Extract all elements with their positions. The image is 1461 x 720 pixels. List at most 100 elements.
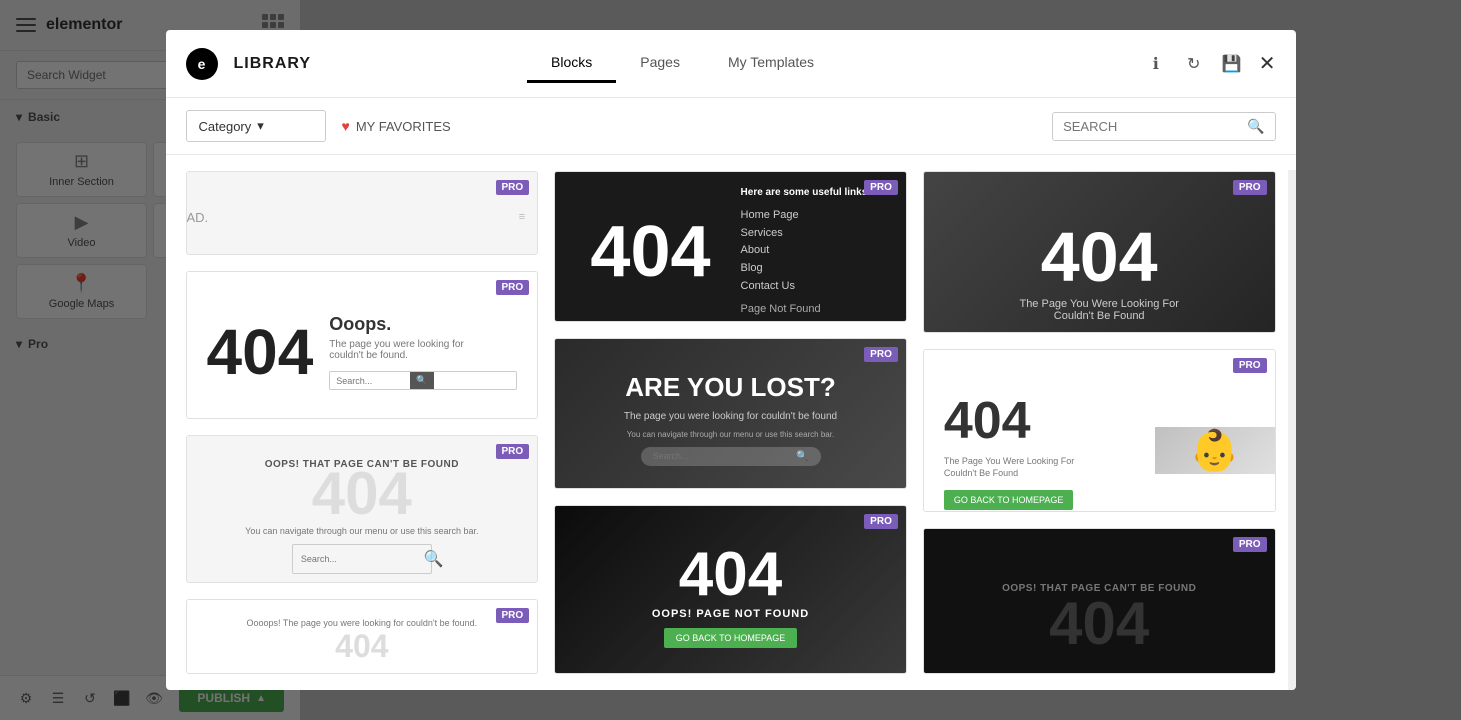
template-9-number: 404 (1049, 594, 1149, 654)
template-5-title: ARE YOU LOST? (625, 372, 835, 403)
template-search-container: 🔍 (1052, 112, 1275, 141)
template-preview-7: OOPS! THAT PAGE CAN'T BE FOUND 404 You c… (187, 436, 538, 583)
tab-blocks[interactable]: Blocks (527, 44, 616, 83)
template-5-search: 🔍 (641, 447, 821, 466)
template-preview-5: ARE YOU LOST? The page you were looking … (555, 339, 906, 489)
template-6-text: The Page You Were Looking ForCouldn't Be… (944, 455, 1135, 480)
modal-scrollbar[interactable] (1288, 170, 1296, 690)
favorites-label: MY FAVORITES (356, 119, 451, 134)
pro-badge-7: PRO (496, 444, 530, 459)
template-3-search: 🔍 (329, 371, 517, 390)
template-card-2[interactable]: PRO 404 Here are some useful links: Home… (554, 171, 907, 322)
template-7-nav: You can navigate through our menu or use… (245, 526, 478, 536)
tab-my-templates[interactable]: My Templates (704, 44, 838, 83)
template-3-subtitle: The page you were looking forcouldn't be… (329, 339, 517, 361)
pro-badge-3: PRO (496, 280, 530, 295)
ad-dots: ≡ (519, 211, 525, 223)
modal-logo: e (186, 48, 218, 80)
refresh-icon[interactable]: ↻ (1183, 53, 1205, 75)
modal-logo-letter: e (198, 56, 206, 72)
template-card-5[interactable]: PRO ARE YOU LOST? The page you were look… (554, 338, 907, 489)
template-column-2: PRO 404 Here are some useful links: Home… (554, 171, 907, 674)
category-select[interactable]: Category ▾ (186, 110, 326, 142)
template-card-3[interactable]: PRO 404 Ooops. The page you were looking… (186, 271, 539, 419)
template-6-btn: GO BACK TO HOMEPAGE (944, 490, 1074, 510)
template-3-search-input (330, 373, 410, 389)
save-icon[interactable]: 💾 (1221, 53, 1243, 75)
modal-header-actions: ℹ ↻ 💾 ✕ (1145, 53, 1276, 75)
template-2-number: 404 (590, 216, 710, 288)
template-card-7[interactable]: PRO OOPS! THAT PAGE CAN'T BE FOUND 404 Y… (186, 435, 539, 583)
template-8-content: 404 OOPS! PAGE NOT FOUND GO BACK TO HOME… (652, 544, 809, 648)
baby-image-placeholder: 👶 (1155, 427, 1275, 474)
template-10-text: Oooops! The page you were looking for co… (246, 618, 477, 628)
template-preview-8: 404 OOPS! PAGE NOT FOUND GO BACK TO HOME… (555, 506, 906, 674)
tab-pages[interactable]: Pages (616, 44, 704, 83)
template-2-info: Here are some useful links: Home Page Se… (741, 185, 871, 319)
template-2-links-title: Here are some useful links: (741, 185, 871, 201)
template-7-search-icon: 🔍 (424, 549, 444, 569)
template-2-link-5: Contact Us (741, 278, 871, 296)
template-6-left: 404 The Page You Were Looking ForCouldn'… (924, 371, 1155, 512)
chevron-down-icon-cat: ▾ (257, 118, 264, 134)
template-2-subtitle: Page Not Found (741, 301, 871, 319)
template-card-8[interactable]: PRO 404 OOPS! PAGE NOT FOUND GO BACK TO … (554, 505, 907, 674)
modal-overlay: e LIBRARY Blocks Pages My Templates ℹ ↻ … (0, 0, 1461, 720)
template-8-number: 404 (652, 544, 809, 606)
modal-tabs: Blocks Pages My Templates (527, 44, 838, 83)
template-preview-4: 404 The Page You Were Looking ForCouldn'… (924, 172, 1275, 333)
close-button[interactable]: ✕ (1259, 54, 1276, 74)
pro-badge-5: PRO (864, 347, 898, 362)
template-5-subtitle: The page you were looking for couldn't b… (624, 411, 837, 422)
template-preview-9: OOPS! THAT PAGE CAN'T BE FOUND 404 (924, 529, 1275, 674)
pro-badge-6: PRO (1233, 358, 1267, 373)
template-7-search: 🔍 (292, 544, 432, 574)
template-6-number: 404 (944, 391, 1135, 451)
template-3-text: Ooops. The page you were looking forcoul… (329, 314, 517, 390)
template-3-number: 404 (207, 320, 314, 384)
template-4-subtitle: The Page You Were Looking ForCouldn't Be… (1019, 298, 1178, 322)
template-5-nav-text: You can navigate through our menu or use… (627, 430, 834, 439)
pro-badge-9: PRO (1233, 537, 1267, 552)
pro-badge-4: PRO (1233, 180, 1267, 195)
template-3-search-btn: 🔍 (410, 372, 433, 389)
template-6-right: 👶 (1155, 427, 1275, 474)
modal-header: e LIBRARY Blocks Pages My Templates ℹ ↻ … (166, 30, 1296, 98)
ad-text: AD. (187, 210, 209, 225)
category-label: Category (199, 119, 252, 134)
template-card-9[interactable]: PRO OOPS! THAT PAGE CAN'T BE FOUND 404 (923, 528, 1276, 674)
info-icon[interactable]: ℹ (1145, 53, 1167, 75)
template-column-1: PRO AD. ≡ PRO 404 Ooops. The page you we… (186, 171, 539, 674)
pro-badge-1: PRO (496, 180, 530, 195)
template-card-6[interactable]: PRO 404 The Page You Were Looking ForCou… (923, 349, 1276, 511)
template-2-link-4: Blog (741, 260, 871, 278)
tab-blocks-label: Blocks (551, 54, 592, 70)
template-5-search-input (653, 451, 791, 461)
template-column-3: PRO 404 The Page You Were Looking ForCou… (923, 171, 1276, 674)
favorites-button[interactable]: ♥ MY FAVORITES (342, 118, 451, 134)
template-8-btn: GO BACK TO HOMEPAGE (664, 628, 798, 648)
template-8-subtitle: OOPS! PAGE NOT FOUND (652, 608, 809, 620)
template-preview-2: 404 Here are some useful links: Home Pag… (555, 172, 906, 322)
template-card-1[interactable]: PRO AD. ≡ (186, 171, 539, 255)
search-icon: 🔍 (1247, 118, 1264, 135)
template-card-10-partial[interactable]: PRO Oooops! The page you were looking fo… (186, 599, 539, 674)
template-card-4[interactable]: PRO 404 The Page You Were Looking ForCou… (923, 171, 1276, 333)
template-preview-1: AD. ≡ (187, 172, 538, 255)
template-preview-6: 404 The Page You Were Looking ForCouldn'… (924, 350, 1275, 511)
template-2-link-2: Services (741, 225, 871, 243)
template-7-search-input (301, 554, 418, 564)
template-library-modal: e LIBRARY Blocks Pages My Templates ℹ ↻ … (166, 30, 1296, 690)
pro-badge-2: PRO (864, 180, 898, 195)
template-search-input[interactable] (1063, 119, 1239, 134)
template-10-number: 404 (335, 630, 388, 662)
heart-icon: ♥ (342, 118, 350, 134)
template-2-link-1: Home Page (741, 207, 871, 225)
template-3-title: Ooops. (329, 314, 517, 335)
tab-my-templates-label: My Templates (728, 54, 814, 70)
template-2-link-3: About (741, 242, 871, 260)
modal-toolbar: Category ▾ ♥ MY FAVORITES 🔍 (166, 98, 1296, 155)
pro-badge-8: PRO (864, 514, 898, 529)
template-5-search-icon: 🔍 (796, 451, 808, 462)
template-7-number: 404 (312, 464, 412, 524)
